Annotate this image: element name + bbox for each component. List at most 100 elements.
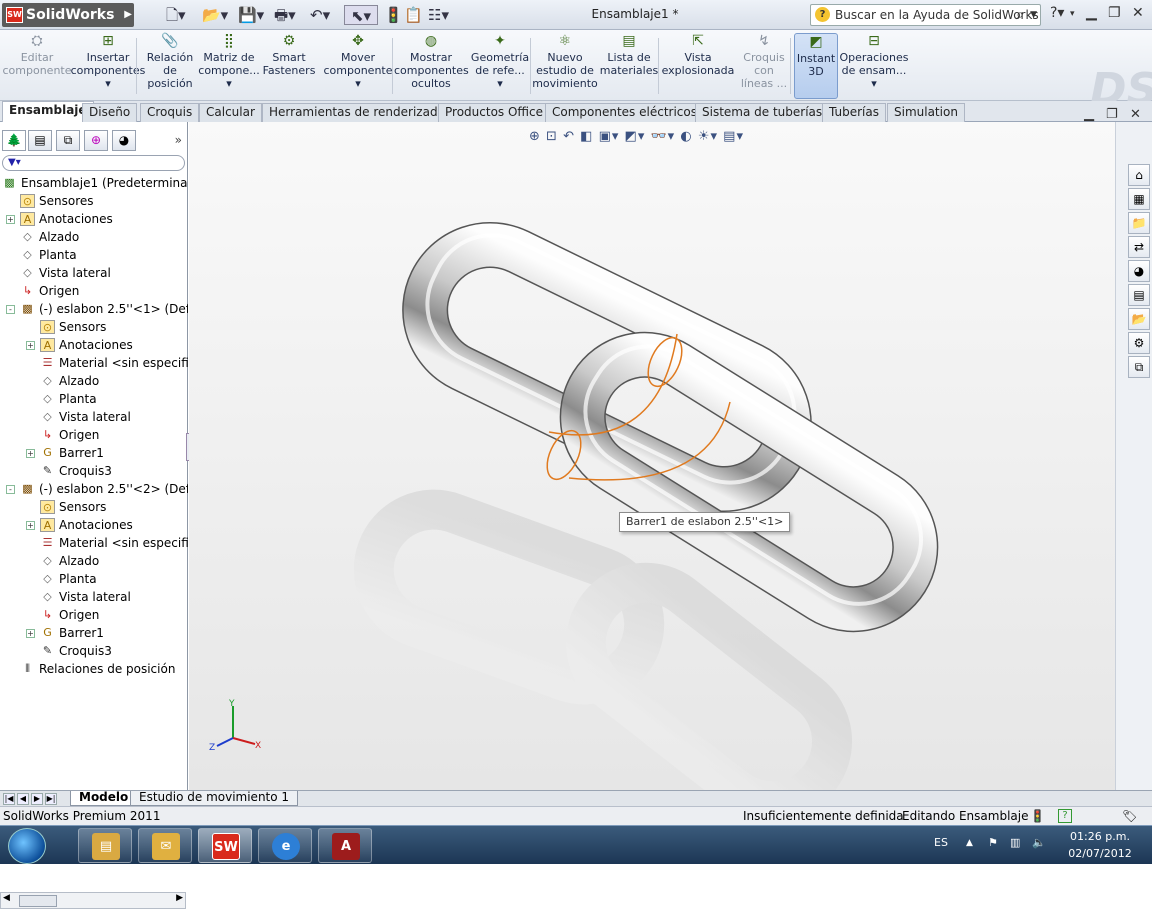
tree-item[interactable]: + A Anotaciones	[0, 336, 188, 354]
ribbon-button-component-pattern[interactable]: ⣿ Matriz de compone... ▾	[198, 33, 260, 99]
dimxpert-tab-icon[interactable]: ⊕	[84, 130, 108, 151]
design-library-icon[interactable]: 📂	[1128, 308, 1150, 330]
minimize-icon[interactable]: ▁	[1086, 5, 1097, 21]
tree-item[interactable]: ◇ Vista lateral	[0, 264, 188, 282]
collapse-icon[interactable]: -	[6, 485, 15, 494]
ribbon-button-exploded-view[interactable]: ⇱ Vista explosionada	[660, 33, 736, 99]
search-icon[interactable]: ⌕	[1016, 5, 1024, 25]
tree-item[interactable]: -▩ (-) eslabon 2.5''<1> (Defau	[0, 300, 188, 318]
panel-horizontal-scrollbar[interactable]: ◀ ▶	[0, 892, 186, 909]
appearances-icon[interactable]: ◕	[1128, 260, 1150, 282]
tree-item[interactable]: ◇ Planta	[0, 570, 188, 588]
internet-explorer-taskbar-icon[interactable]: e	[258, 828, 312, 863]
tree-item[interactable]: ☰ Material <sin especifica	[0, 354, 188, 372]
expand-icon[interactable]: +	[26, 521, 35, 530]
rebuild-status-icon[interactable]: 🚦	[1030, 807, 1045, 825]
collapse-icon[interactable]: -	[6, 305, 15, 314]
tab-simulation[interactable]: Simulation	[887, 103, 965, 122]
explorer-taskbar-icon[interactable]: ▤	[78, 828, 132, 863]
tree-item[interactable]: ⫴ Relaciones de posición	[0, 660, 188, 678]
network-icon[interactable]: ▥	[1010, 836, 1020, 849]
volume-icon[interactable]: 🔈	[1032, 836, 1046, 849]
tree-item[interactable]: ◇ Alzado	[0, 372, 188, 390]
chevron-down-icon[interactable]: ▼	[1030, 5, 1037, 25]
tree-item[interactable]: + G Barrer1	[0, 444, 188, 462]
tab-tuber-as[interactable]: Tuberías	[822, 103, 886, 122]
clock-time[interactable]: 01:26 p.m.	[1060, 830, 1140, 843]
scroll-thumb[interactable]	[19, 895, 57, 907]
tree-item[interactable]: + A Anotaciones	[0, 210, 188, 228]
ribbon-button-motion-study[interactable]: ⚛ Nuevo estudio de movimiento	[532, 33, 598, 99]
ribbon-button-insert-components[interactable]: ⊞ Insertar componentes ▾	[70, 33, 146, 99]
view-palette-icon[interactable]: ⇄	[1128, 236, 1150, 258]
expand-icon[interactable]: +	[26, 629, 35, 638]
save-icon[interactable]: 💾▾	[238, 5, 264, 25]
doc-minimize-icon[interactable]: ▁	[1084, 107, 1094, 122]
help-search-input[interactable]: ? Buscar en la Ayuda de SolidWorks ⌕ ▼	[810, 4, 1041, 26]
tree-item[interactable]: ↳ Origen	[0, 426, 188, 444]
tab-motion-study[interactable]: Estudio de movimiento 1	[130, 791, 299, 806]
ribbon-button-explode-line-sketch[interactable]: ↯ Croquis con líneas ...	[736, 33, 792, 99]
expand-panel-icon[interactable]: »	[175, 133, 182, 147]
tree-item[interactable]: ◇ Planta	[0, 390, 188, 408]
displaymanager-tab-icon[interactable]: ◕	[112, 130, 136, 151]
tree-item[interactable]: ◇ Vista lateral	[0, 408, 188, 426]
tree-item[interactable]: ⊙ Sensors	[0, 498, 188, 516]
tab-dise-o[interactable]: Diseño	[82, 103, 138, 122]
solidworks-taskbar-icon[interactable]: SW	[198, 828, 252, 863]
scroll-left-icon[interactable]: ◀	[3, 893, 10, 903]
propertymanager-tab-icon[interactable]: ▤	[28, 130, 52, 151]
home-icon[interactable]: ⌂	[1128, 164, 1150, 186]
action-center-icon[interactable]: ⚑	[988, 836, 998, 849]
tree-item[interactable]: ◇ Vista lateral	[0, 588, 188, 606]
language-indicator[interactable]: ES	[934, 836, 948, 849]
ribbon-button-move-component[interactable]: ✥ Mover componente ▾	[322, 33, 394, 99]
doc-close-icon[interactable]: ✕	[1130, 107, 1141, 122]
tab-sistema-de-tuber-as[interactable]: Sistema de tuberías	[695, 103, 830, 122]
tree-item[interactable]: -▩ (-) eslabon 2.5''<2> (Defau	[0, 480, 188, 498]
resources-icon[interactable]: ▦	[1128, 188, 1150, 210]
tab-ensamblaje[interactable]: Ensamblaje	[2, 101, 94, 122]
chain-links-model[interactable]	[189, 122, 1115, 790]
tree-item[interactable]: ↳ Origen	[0, 606, 188, 624]
tree-item[interactable]: ◇ Alzado	[0, 228, 188, 246]
tab-modelo[interactable]: Modelo	[70, 791, 138, 806]
restore-icon[interactable]: ❐	[1108, 5, 1121, 21]
ribbon-button-assembly-features[interactable]: ⊟ Operaciones de ensam... ▾	[838, 33, 910, 99]
tree-item[interactable]: ✎ Croquis3	[0, 462, 188, 480]
solidworks-logo-menu[interactable]: SW SolidWorks ▶	[2, 3, 134, 27]
tree-item[interactable]: ☰ Material <sin especifica	[0, 534, 188, 552]
file-explorer-icon[interactable]: 📁	[1128, 212, 1150, 234]
graphics-area[interactable]: ⊕ ⊡ ↶ ◧ ▣▾ ◩▾ 👓▾ ◐ ☀▾ ▤▾ Barrer1 de esla…	[189, 122, 1115, 790]
new-document-icon[interactable]: 🗋▾	[166, 5, 186, 25]
rebuild-icon[interactable]: 🚦	[384, 5, 403, 25]
tab-productos-office[interactable]: Productos Office	[438, 103, 550, 122]
tree-root[interactable]: ▩ Ensamblaje1 (Predeterminado<	[0, 174, 188, 192]
outlook-taskbar-icon[interactable]: ✉	[138, 828, 192, 863]
expand-icon[interactable]: +	[6, 215, 15, 224]
tree-item[interactable]: ✎ Croquis3	[0, 642, 188, 660]
ribbon-button-reference-geometry[interactable]: ✦ Geometría de refe... ▾	[468, 33, 532, 99]
tab-calcular[interactable]: Calcular	[199, 103, 262, 122]
tree-item[interactable]: ◇ Alzado	[0, 552, 188, 570]
ribbon-button-instant3d[interactable]: ◩ Instant 3D	[794, 33, 838, 99]
tag-icon[interactable]: 🏷	[1122, 807, 1137, 825]
file-properties-icon[interactable]: 📋	[404, 5, 423, 25]
open-icon[interactable]: 📂▾	[202, 5, 228, 25]
tree-item[interactable]: ⊙ Sensores	[0, 192, 188, 210]
tab-croquis[interactable]: Croquis	[140, 103, 200, 122]
solidworks-forum-icon[interactable]: ⚙	[1128, 332, 1150, 354]
tab-componentes-el-ctricos[interactable]: Componentes eléctricos	[545, 103, 704, 122]
expand-icon[interactable]: +	[26, 449, 35, 458]
undo-icon[interactable]: ↶▾	[310, 5, 330, 25]
clock-date[interactable]: 02/07/2012	[1060, 847, 1140, 860]
tree-filter-input[interactable]: ▼▾	[2, 155, 185, 171]
close-icon[interactable]: ✕	[1132, 5, 1144, 21]
scroll-right-icon[interactable]: ▶	[176, 893, 183, 903]
chevron-down-icon[interactable]: ▾	[1070, 9, 1075, 19]
configurationmanager-tab-icon[interactable]: ⧉	[56, 130, 80, 151]
ribbon-button-smart-fasteners[interactable]: ⚙ Smart Fasteners	[258, 33, 320, 99]
options-icon[interactable]: ☷▾	[428, 5, 449, 25]
featuremanager-tab-icon[interactable]: 🌲	[2, 130, 26, 151]
tree-item[interactable]: + G Barrer1	[0, 624, 188, 642]
